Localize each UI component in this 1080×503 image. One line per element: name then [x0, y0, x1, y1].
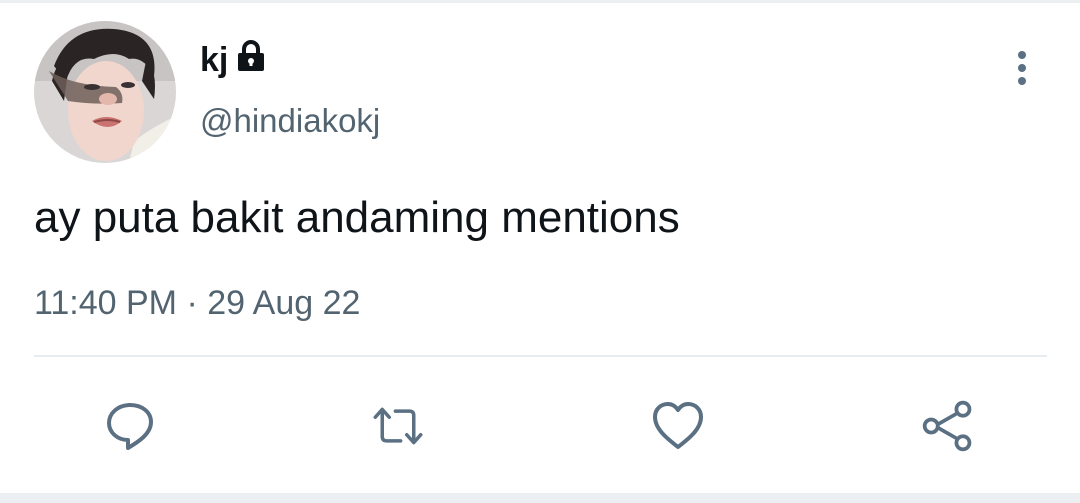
- author-handle[interactable]: @hindiakokj: [200, 100, 380, 142]
- share-button[interactable]: [920, 398, 976, 454]
- lock-icon: [236, 40, 266, 82]
- tweet-time: 11:40 PM: [34, 284, 178, 322]
- retweet-button[interactable]: [370, 398, 426, 454]
- avatar-photo: [34, 21, 176, 163]
- action-bar-divider: [34, 355, 1047, 357]
- tweet-date: 29 Aug 22: [207, 284, 361, 322]
- reply-button[interactable]: [102, 398, 158, 454]
- heart-icon: [653, 402, 703, 449]
- more-options-button[interactable]: [1004, 48, 1040, 88]
- author-display-name[interactable]: kj: [200, 39, 228, 81]
- bottom-divider: [0, 493, 1080, 503]
- retweet-icon: [373, 407, 423, 445]
- author-name-row[interactable]: kj: [200, 38, 266, 82]
- share-icon: [922, 400, 972, 452]
- like-button[interactable]: [650, 398, 706, 454]
- tweet-timestamp[interactable]: 11:40 PM · 29 Aug 22: [34, 280, 360, 326]
- top-divider: [0, 0, 1080, 3]
- reply-icon: [107, 403, 153, 450]
- timestamp-separator: ·: [186, 284, 198, 322]
- more-vertical-icon: [1018, 51, 1026, 85]
- tweet-text: ay puta bakit andaming mentions: [34, 193, 680, 242]
- avatar[interactable]: [34, 21, 176, 163]
